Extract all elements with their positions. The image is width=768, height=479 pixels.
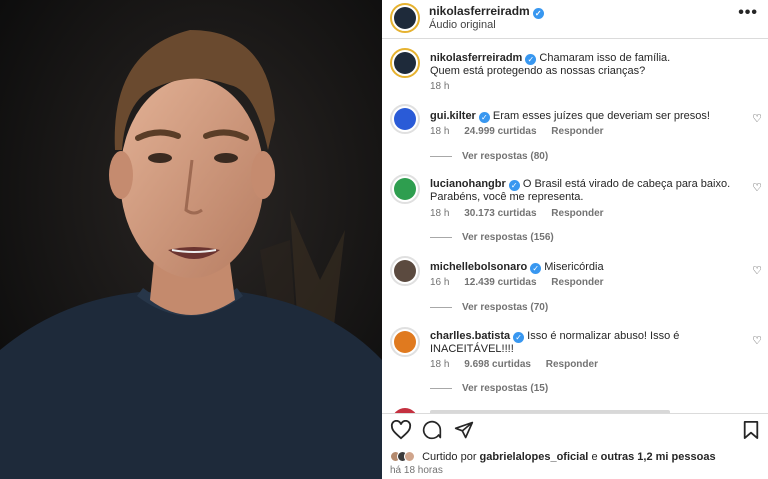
- reply-button[interactable]: Responder: [551, 126, 603, 137]
- caption-avatar[interactable]: [390, 48, 420, 78]
- comment-item: gui.kilter ✓ Eram esses juízes que deveri…: [382, 104, 768, 166]
- comment-avatar[interactable]: [390, 174, 420, 204]
- view-replies-button[interactable]: Ver respostas (80): [430, 151, 548, 162]
- liked-by-summary: Curtido por gabrielalopes_oficial e outr…: [390, 451, 716, 463]
- post-header: nikolasferreiradm ✓ Áudio original •••: [382, 0, 768, 38]
- caption-username[interactable]: nikolasferreiradm: [430, 52, 522, 64]
- comment-likes[interactable]: 12.439 curtidas: [464, 277, 536, 288]
- comment-meta: 18 h 24.999 curtidas Responder: [430, 126, 616, 137]
- comment-item: charlles.batista ✓ Isso é normalizar abus…: [382, 325, 768, 397]
- caption-text: nikolasferreiradm ✓ Chamaram isso de famí…: [430, 52, 740, 78]
- reply-button[interactable]: Responder: [546, 359, 598, 370]
- audio-label[interactable]: Áudio original: [429, 19, 496, 31]
- comment-username[interactable]: michellebolsonaro: [430, 261, 527, 273]
- view-replies-button[interactable]: Ver respostas (156): [430, 232, 554, 243]
- caption-time: 18 h: [430, 81, 450, 92]
- comment-bubble-icon[interactable]: [422, 420, 442, 440]
- like-comment-heart-icon[interactable]: ♡: [752, 334, 762, 347]
- comment-body: Misericórdia: [544, 261, 604, 273]
- header-divider: [382, 38, 768, 39]
- post-details-panel: nikolasferreiradm ✓ Áudio original ••• ni…: [382, 0, 768, 479]
- comment-avatar[interactable]: [390, 327, 420, 357]
- comment-username[interactable]: gui.kilter: [430, 110, 476, 122]
- verified-badge-icon: ✓: [532, 8, 544, 19]
- like-heart-icon[interactable]: [390, 420, 412, 440]
- verified-badge-icon: ✓: [530, 263, 542, 274]
- comment-meta: 16 h 12.439 curtidas Responder: [430, 277, 616, 288]
- caption-line1: Chamaram isso de família.: [539, 52, 671, 64]
- comment-likes[interactable]: 9.698 curtidas: [464, 359, 531, 370]
- author-avatar[interactable]: [390, 3, 420, 33]
- comment-likes[interactable]: 24.999 curtidas: [464, 126, 536, 137]
- post-actions-bar: [382, 418, 768, 444]
- comment-text: michellebolsonaro ✓ Misericórdia: [430, 261, 740, 274]
- comment-meta: 18 h 9.698 curtidas Responder: [430, 359, 610, 370]
- comment-body: Eram esses juízes que deveriam ser preso…: [492, 110, 710, 122]
- comment-meta: 18 h 30.173 curtidas Responder: [430, 208, 616, 219]
- comment-time: 18 h: [430, 359, 450, 370]
- like-comment-heart-icon[interactable]: ♡: [752, 181, 762, 194]
- comment-text: gui.kilter ✓ Eram esses juízes que deveri…: [430, 110, 740, 123]
- comment-time: 18 h: [430, 208, 450, 219]
- post-caption: nikolasferreiradm ✓ Chamaram isso de famí…: [382, 46, 768, 96]
- comment-likes[interactable]: 30.173 curtidas: [464, 208, 536, 219]
- liked-by-prefix: Curtido por: [422, 451, 477, 463]
- comment-avatar[interactable]: [390, 256, 420, 286]
- more-options-icon[interactable]: •••: [738, 4, 758, 22]
- liked-by-user[interactable]: gabrielalopes_oficial: [480, 451, 589, 463]
- comment-item: michellebolsonaro ✓ Misericórdia ♡ 16 h 1…: [382, 256, 768, 318]
- post-time: há 18 horas: [390, 465, 443, 476]
- author-username-text[interactable]: nikolasferreiradm: [429, 4, 530, 18]
- video-frame: [0, 0, 382, 479]
- like-comment-heart-icon[interactable]: ♡: [752, 264, 762, 277]
- comment-avatar[interactable]: [390, 104, 420, 134]
- reply-button[interactable]: Responder: [551, 208, 603, 219]
- verified-badge-icon: ✓: [478, 112, 490, 123]
- view-replies-button[interactable]: Ver respostas (70): [430, 302, 548, 313]
- comment-text: lucianohangbr ✓ O Brasil está virado de c…: [430, 178, 740, 204]
- comment-time: 18 h: [430, 126, 450, 137]
- share-paper-plane-icon[interactable]: [454, 420, 474, 440]
- video-player[interactable]: [0, 0, 382, 479]
- comment-time: 16 h: [430, 277, 450, 288]
- verified-badge-icon: ✓: [508, 180, 520, 191]
- view-replies-button[interactable]: Ver respostas (15): [430, 383, 548, 394]
- comment-item: lucianohangbr ✓ O Brasil está virado de c…: [382, 172, 768, 244]
- reply-button[interactable]: Responder: [551, 277, 603, 288]
- liked-by-middle: e: [591, 451, 598, 463]
- liker-avatar: [404, 451, 415, 462]
- caption-line2: Quem está protegendo as nossas crianças?: [430, 65, 646, 77]
- author-username[interactable]: nikolasferreiradm ✓: [429, 4, 544, 19]
- comment-text: charlles.batista ✓ Isso é normalizar abus…: [430, 330, 740, 356]
- actions-divider: [382, 413, 768, 414]
- verified-badge-icon: ✓: [525, 54, 537, 65]
- save-bookmark-icon[interactable]: [742, 420, 760, 440]
- comment-username[interactable]: lucianohangbr: [430, 178, 506, 190]
- verified-badge-icon: ✓: [513, 332, 525, 343]
- comment-username[interactable]: charlles.batista: [430, 330, 510, 342]
- like-comment-heart-icon[interactable]: ♡: [752, 112, 762, 125]
- liked-by-others[interactable]: outras 1,2 mi pessoas: [601, 451, 716, 463]
